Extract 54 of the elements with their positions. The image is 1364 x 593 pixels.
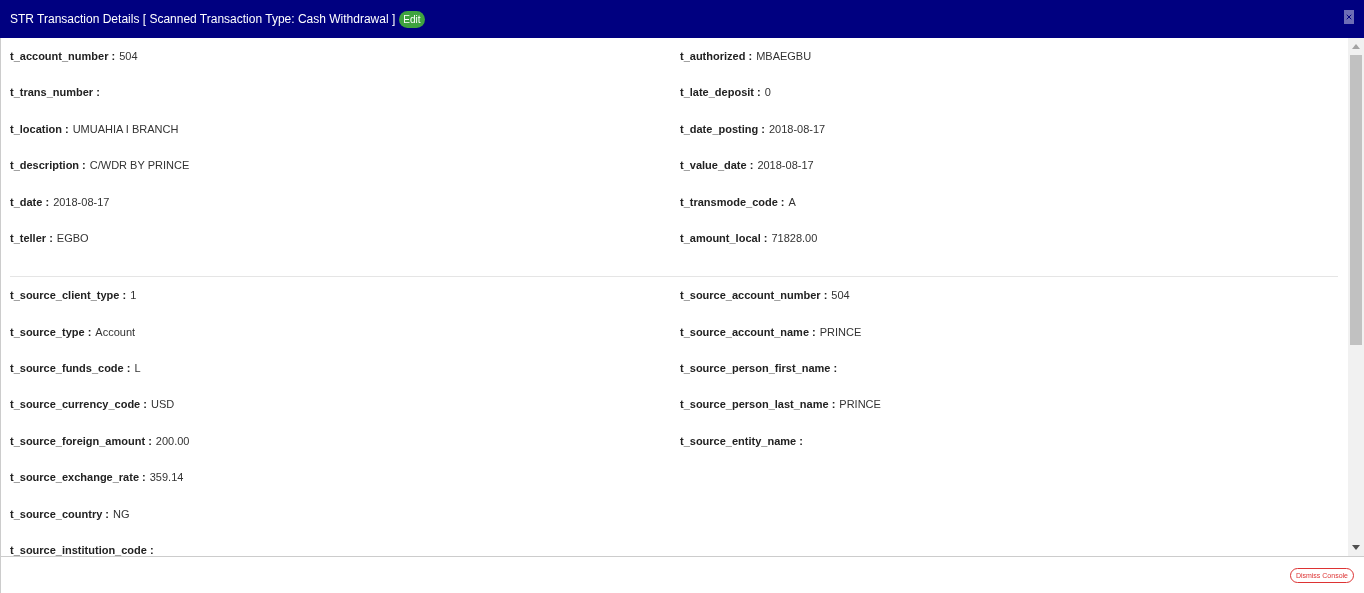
field-label: t_source_exchange_rate : bbox=[10, 470, 146, 486]
field-label: t_source_entity_name : bbox=[680, 433, 803, 449]
field-label: t_transmode_code : bbox=[680, 194, 785, 210]
field-label: t_trans_number : bbox=[10, 85, 100, 101]
field-label: t_authorized : bbox=[680, 48, 753, 64]
field-label: t_source_currency_code : bbox=[10, 397, 147, 413]
field-label: t_date_posting : bbox=[680, 121, 765, 137]
field-label: t_source_foreign_amount : bbox=[10, 433, 152, 449]
field-label: t_source_account_name : bbox=[680, 324, 816, 340]
scroll-down-icon bbox=[1352, 545, 1360, 550]
field-value: PRINCE bbox=[839, 397, 881, 413]
field-label: t_location : bbox=[10, 121, 69, 137]
field-value: EGBO bbox=[56, 230, 89, 246]
field-value: NG bbox=[113, 506, 130, 522]
field-value: 71828.00 bbox=[771, 230, 818, 246]
field-value: 2018-08-17 bbox=[53, 194, 110, 210]
field-label: t_source_client_type : bbox=[10, 288, 127, 304]
field-label: t_source_type : bbox=[10, 324, 92, 340]
field-value: L bbox=[134, 361, 141, 377]
field-label: t_value_date : bbox=[680, 158, 754, 174]
field-label: t_source_account_number : bbox=[680, 288, 828, 304]
scroll-up-icon bbox=[1352, 44, 1360, 49]
field-label: t_account_number : bbox=[10, 48, 116, 64]
field-value: 2018-08-17 bbox=[757, 158, 814, 174]
field-value: PRINCE bbox=[819, 324, 862, 340]
field-value: C/WDR BY PRINCE bbox=[89, 158, 190, 174]
field-label: t_amount_local : bbox=[680, 230, 768, 246]
field-value: Account bbox=[95, 324, 136, 340]
close-icon bbox=[1345, 13, 1353, 21]
field-value: UMUAHIA I BRANCH bbox=[72, 121, 179, 137]
field-label: t_source_person_first_name : bbox=[680, 361, 838, 377]
close-button[interactable] bbox=[1344, 10, 1354, 24]
field-label: t_late_deposit : bbox=[680, 85, 761, 101]
scrollbar-thumb[interactable] bbox=[1350, 55, 1362, 345]
field-value: 200.00 bbox=[155, 433, 190, 449]
field-label: t_source_country : bbox=[10, 506, 110, 522]
field-label: t_description : bbox=[10, 158, 86, 174]
edit-button[interactable]: Edit bbox=[399, 10, 425, 28]
dialog-title: STR Transaction Details [ Scanned Transaction Type: Cash Withdrawal ] bbox=[10, 11, 396, 28]
field-label: t_teller : bbox=[10, 230, 53, 246]
field-value: 504 bbox=[119, 48, 138, 64]
field-label: t_date : bbox=[10, 194, 50, 210]
field-value: 0 bbox=[764, 85, 771, 101]
field-value: 504 bbox=[831, 288, 850, 304]
field-value: 359.14 bbox=[149, 470, 184, 486]
field-label: t_source_funds_code : bbox=[10, 361, 131, 377]
field-label: t_source_institution_code : bbox=[10, 543, 154, 556]
field-value: USD bbox=[150, 397, 175, 413]
field-value: MBAEGBU bbox=[756, 48, 812, 64]
field-value: A bbox=[788, 194, 796, 210]
scrollbar[interactable] bbox=[1348, 38, 1364, 556]
field-value: 1 bbox=[130, 288, 137, 304]
field-label: t_source_person_last_name : bbox=[680, 397, 836, 413]
field-value: 2018-08-17 bbox=[768, 121, 826, 137]
